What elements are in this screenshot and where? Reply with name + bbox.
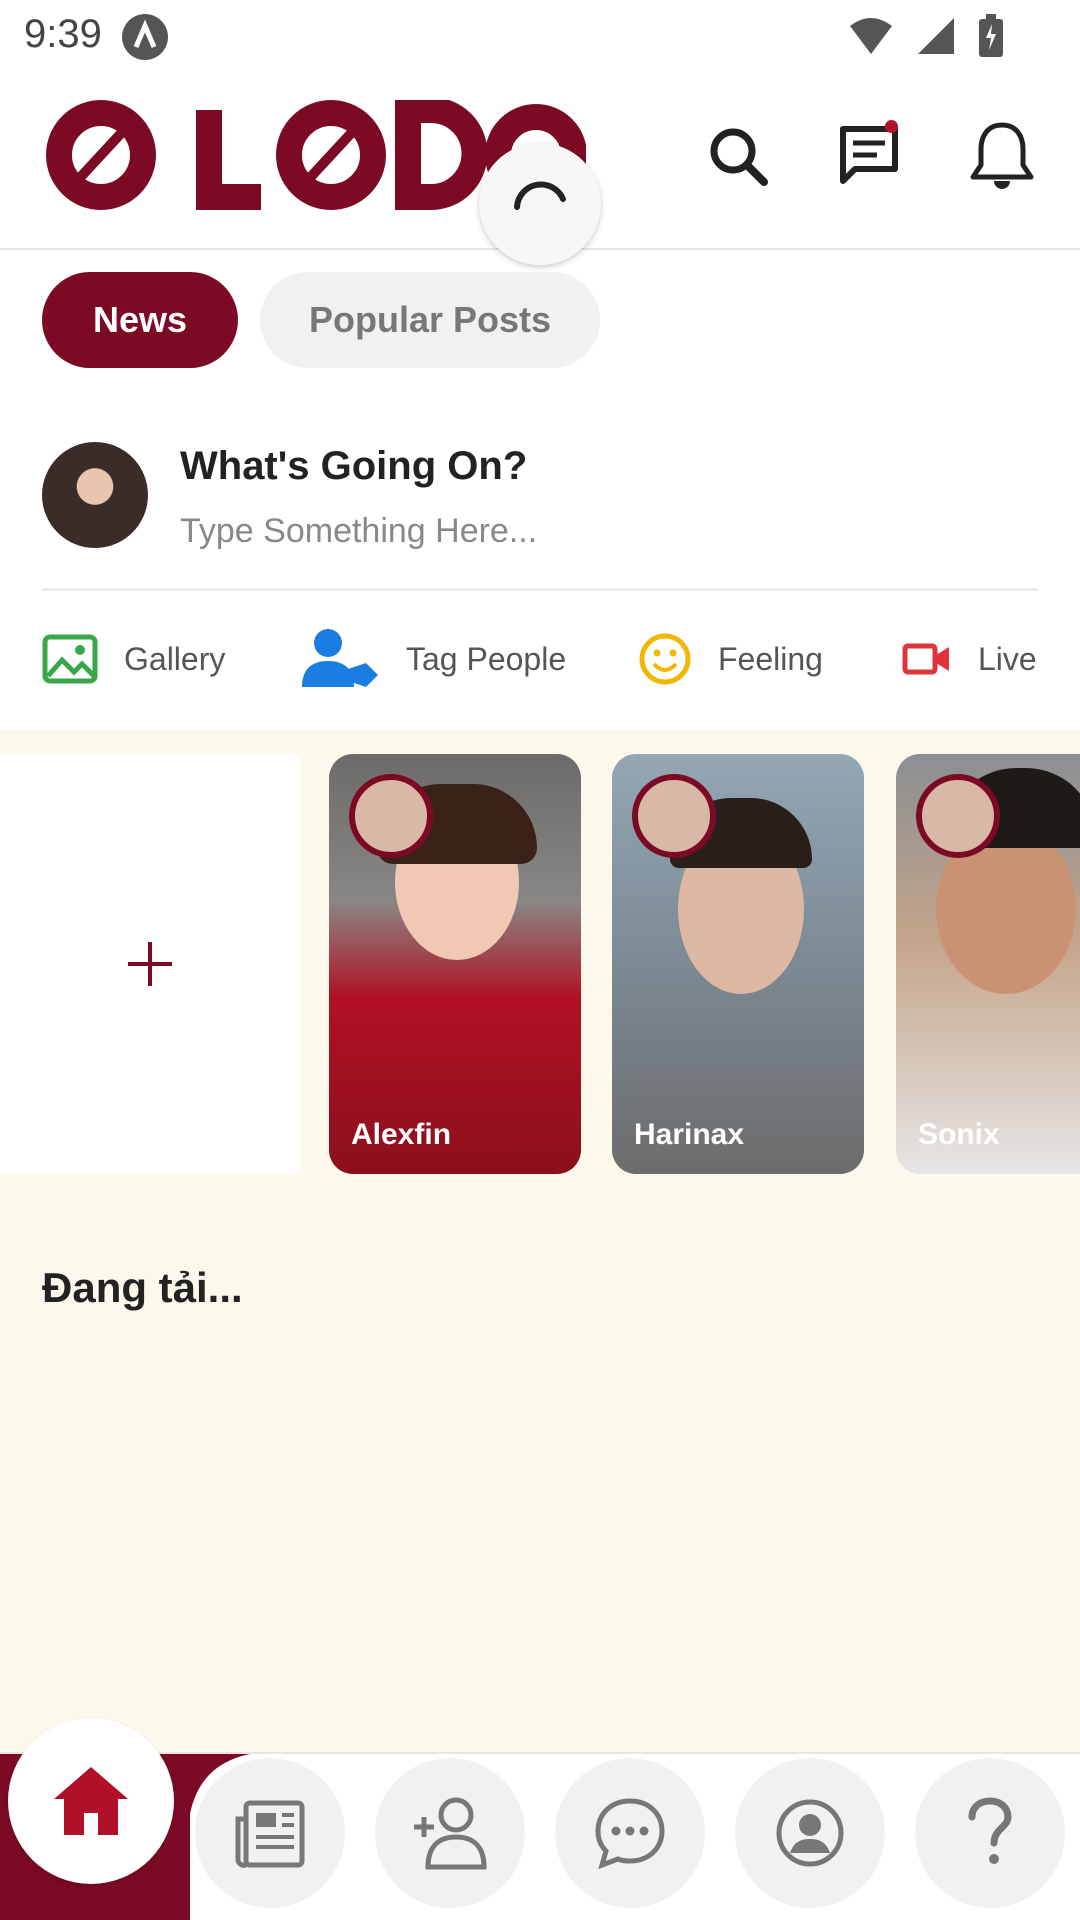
feeling-label: Feeling <box>718 640 823 677</box>
tab-news[interactable]: News <box>42 272 238 368</box>
home-icon <box>54 1767 128 1835</box>
loading-spinner-icon <box>514 181 566 210</box>
news-icon <box>235 1800 305 1868</box>
profile-icon <box>776 1799 844 1867</box>
status-time: 9:39 <box>24 12 102 56</box>
nav-profile[interactable] <box>735 1758 885 1908</box>
tag-people-icon <box>302 629 378 687</box>
story-name: Harinax <box>634 1118 745 1151</box>
story-name: Alexfin <box>351 1118 452 1151</box>
stories-strip: Alexfin Harinax Sonix <box>0 730 1080 1216</box>
messages-button[interactable] <box>834 120 906 192</box>
nav-chat[interactable] <box>555 1758 705 1908</box>
battery-icon <box>979 14 1003 57</box>
refresh-spinner <box>479 143 601 265</box>
help-icon <box>968 1797 1012 1864</box>
gallery-icon <box>42 634 98 684</box>
live-button[interactable]: Live <box>902 624 1037 694</box>
nav-home[interactable] <box>8 1718 174 1884</box>
unread-dot <box>885 120 898 133</box>
story-avatar <box>916 774 1000 858</box>
add-story-button[interactable] <box>0 754 300 1174</box>
bottom-navigation <box>0 1718 1080 1920</box>
post-composer: What's Going On? Type Something Here... … <box>0 430 1080 730</box>
story-avatar <box>632 774 716 858</box>
loading-text: Đang tải... <box>42 1264 243 1311</box>
notifications-button[interactable] <box>966 120 1038 192</box>
gallery-button[interactable]: Gallery <box>42 624 225 694</box>
bell-icon <box>970 122 1034 189</box>
app-notification-icon <box>122 14 168 60</box>
nav-add-friend[interactable] <box>375 1758 525 1908</box>
chat-icon <box>595 1798 665 1870</box>
nav-help[interactable] <box>915 1758 1065 1908</box>
tab-popular-posts[interactable]: Popular Posts <box>260 272 600 368</box>
message-icon <box>840 126 898 184</box>
story-avatar <box>349 774 433 858</box>
signal-icon <box>918 18 954 54</box>
gallery-label: Gallery <box>124 640 226 677</box>
story-card[interactable]: Alexfin <box>329 754 581 1174</box>
story-card[interactable]: Sonix <box>896 754 1080 1174</box>
nav-news[interactable] <box>195 1758 345 1908</box>
feeling-icon <box>639 633 691 685</box>
plus-icon <box>128 942 172 986</box>
tag-people-label: Tag People <box>406 640 567 677</box>
feeling-button[interactable]: Feeling <box>638 624 823 694</box>
status-icons <box>848 14 1004 58</box>
search-button[interactable] <box>702 120 774 192</box>
tag-people-button[interactable]: Tag People <box>300 624 566 694</box>
divider <box>42 588 1038 591</box>
composer-input[interactable]: Type Something Here... <box>180 512 537 551</box>
status-bar: 9:39 <box>0 0 1080 74</box>
search-icon <box>710 128 768 186</box>
feed-tabs: News Popular Posts <box>42 272 600 368</box>
feed-area: Đang tải... <box>0 1216 1080 1752</box>
add-friend-icon <box>414 1797 487 1870</box>
live-icon <box>902 643 949 675</box>
wifi-icon <box>850 18 892 54</box>
composer-actions: Gallery Tag People Feeling Live <box>42 624 1042 694</box>
story-card[interactable]: Harinax <box>612 754 864 1174</box>
composer-title: What's Going On? <box>180 444 528 488</box>
user-avatar[interactable] <box>42 442 148 548</box>
live-label: Live <box>978 640 1037 677</box>
story-name: Sonix <box>918 1118 1000 1151</box>
